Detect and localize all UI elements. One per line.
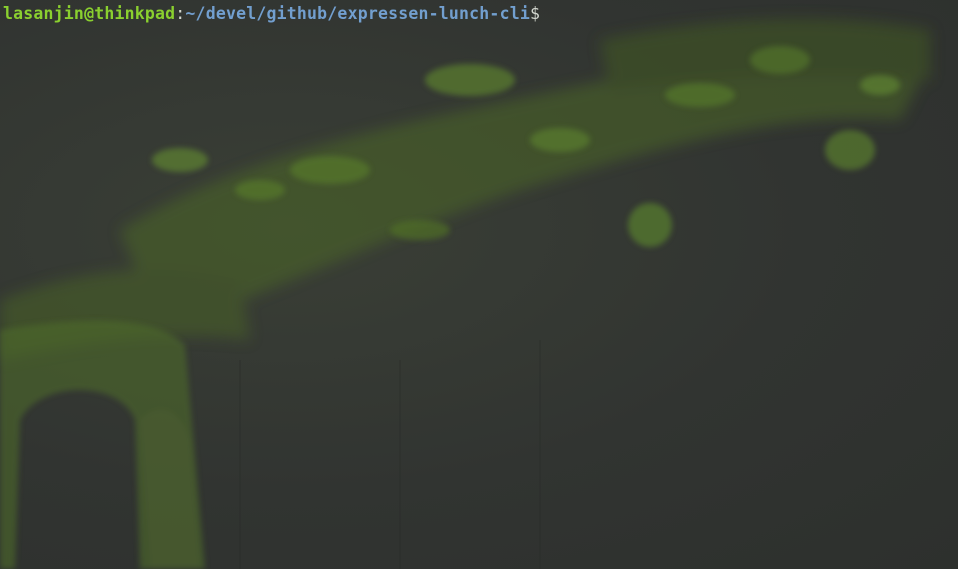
prompt-path: ~/devel/github/expressen-lunch-cli xyxy=(185,4,530,23)
wallpaper-image xyxy=(0,19,930,569)
prompt-separator: : xyxy=(175,4,186,23)
prompt-symbol: $ xyxy=(529,4,541,23)
shell-prompt[interactable]: lasanjin@thinkpad:~/devel/github/express… xyxy=(3,3,550,25)
prompt-user-host: lasanjin@thinkpad xyxy=(3,4,176,23)
terminal-window[interactable]: lasanjin@thinkpad:~/devel/github/express… xyxy=(0,0,958,569)
